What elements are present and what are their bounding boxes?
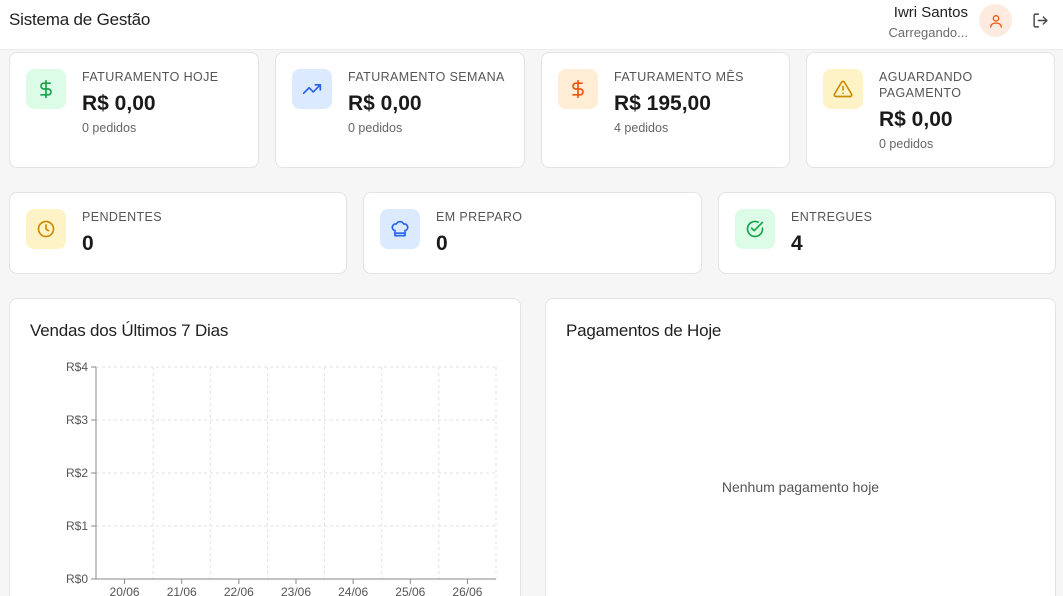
- panel-title: Vendas dos Últimos 7 Dias: [30, 321, 229, 340]
- y-tick-label: R$4: [66, 360, 88, 374]
- dollar-icon: [572, 79, 584, 99]
- stat-card-awaiting-payment: AGUARDANDO PAGAMENTO R$ 0,00 0 pedidos: [806, 52, 1055, 168]
- icon-box: [26, 209, 66, 249]
- stat-value: R$ 0,00: [82, 92, 156, 115]
- stat-card-in-preparation: EM PREPARO 0: [363, 192, 702, 274]
- user-info: Iwri Santos Carregando...: [889, 4, 969, 42]
- logout-icon: [1032, 12, 1048, 28]
- y-tick-label: R$1: [66, 519, 88, 533]
- icon-box: [735, 209, 775, 249]
- x-tick-label: 22/06: [224, 585, 254, 596]
- stat-subtext: 0 pedidos: [348, 121, 403, 135]
- stat-card-delivered: ENTREGUES 4: [718, 192, 1056, 274]
- check-circle-icon: [746, 220, 764, 238]
- x-tick-label: 24/06: [338, 585, 368, 596]
- icon-box: [292, 69, 332, 109]
- stat-label: EM PREPARO: [436, 210, 523, 224]
- stat-card-revenue-today: FATURAMENTO HOJE R$ 0,00 0 pedidos: [9, 52, 259, 168]
- dollar-icon: [40, 79, 52, 99]
- sales-chart: R$0 R$1 R$2 R$3 R$4 20/06 21/06 22/06 23/06 24/06…: [66, 360, 497, 596]
- user-avatar[interactable]: [979, 4, 1012, 37]
- chef-hat-icon: [391, 220, 409, 237]
- x-tick-label: 21/06: [167, 585, 197, 596]
- x-tick-label: 20/06: [110, 585, 140, 596]
- icon-box: [380, 209, 420, 249]
- x-tick-label: 23/06: [281, 585, 311, 596]
- stat-card-pending: PENDENTES 0: [9, 192, 347, 274]
- sales-chart-panel: Vendas dos Últimos 7 Dias R$0 R$1 R$2 R$3 R$…: [9, 298, 521, 596]
- user-icon: [989, 14, 1002, 28]
- stat-value: R$ 0,00: [348, 92, 422, 115]
- clock-icon: [37, 220, 55, 238]
- stat-label: FATURAMENTO HOJE: [82, 70, 219, 84]
- y-tick-label: R$3: [66, 413, 88, 427]
- stat-subtext: 4 pedidos: [614, 121, 669, 135]
- stat-subtext: 0 pedidos: [879, 137, 934, 151]
- trending-up-icon: [302, 84, 322, 94]
- stat-label: AGUARDANDO PAGAMENTO: [879, 70, 973, 100]
- stat-subtext: 0 pedidos: [82, 121, 137, 135]
- warning-icon: [833, 80, 853, 98]
- x-tick-label: 26/06: [452, 585, 482, 596]
- stat-value: R$ 0,00: [879, 108, 953, 131]
- y-tick-label: R$0: [66, 572, 88, 586]
- stat-label: FATURAMENTO MÊS: [614, 70, 744, 84]
- stat-value: 4: [791, 232, 803, 255]
- logout-button[interactable]: [1029, 9, 1051, 31]
- stat-label: FATURAMENTO SEMANA: [348, 70, 505, 84]
- stat-card-revenue-week: FATURAMENTO SEMANA R$ 0,00 0 pedidos: [275, 52, 525, 168]
- stat-value: 0: [436, 232, 448, 255]
- empty-state-message: Nenhum pagamento hoje: [721, 479, 880, 495]
- icon-box: [823, 69, 863, 109]
- stat-value: R$ 195,00: [614, 92, 711, 115]
- icon-box: [26, 69, 66, 109]
- user-name: Iwri Santos: [893, 4, 968, 21]
- x-tick-label: 25/06: [395, 585, 425, 596]
- stat-card-revenue-month: FATURAMENTO MÊS R$ 195,00 4 pedidos: [541, 52, 790, 168]
- stat-value: 0: [82, 232, 94, 255]
- payments-panel: Pagamentos de Hoje Nenhum pagamento hoje: [545, 298, 1056, 596]
- y-tick-label: R$2: [66, 466, 88, 480]
- user-status: Carregando...: [888, 25, 969, 40]
- app-title: Sistema de Gestão: [9, 10, 151, 29]
- icon-box: [558, 69, 598, 109]
- stat-label: PENDENTES: [82, 210, 163, 224]
- panel-title: Pagamentos de Hoje: [566, 321, 722, 340]
- top-header: Sistema de Gestão Iwri Santos Carregando…: [0, 0, 1063, 50]
- stat-label: ENTREGUES: [791, 210, 873, 224]
